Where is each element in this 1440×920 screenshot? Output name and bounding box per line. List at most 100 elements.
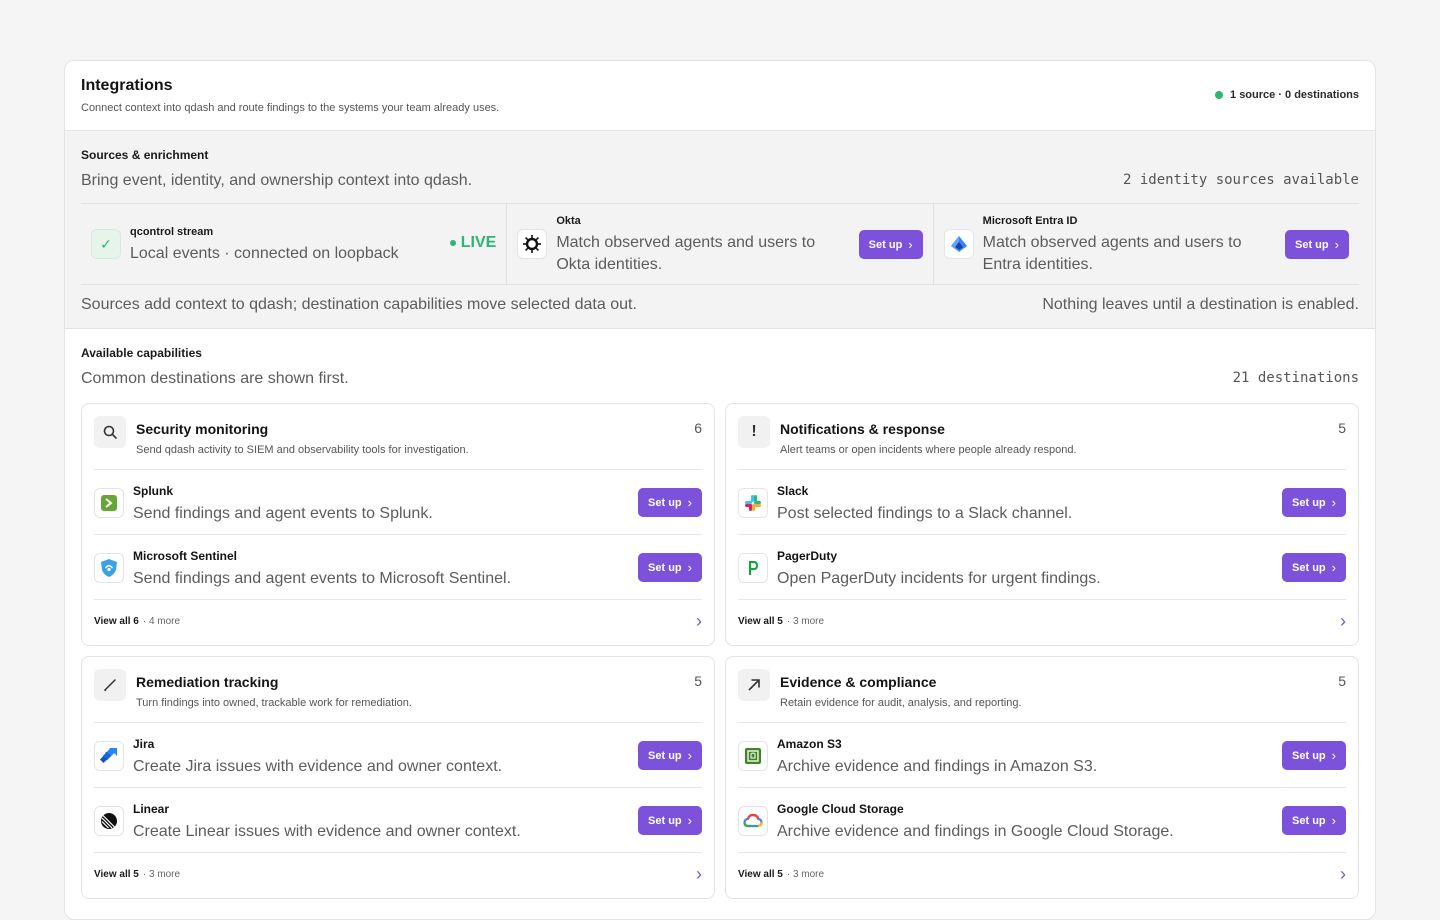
view-all-link[interactable]: View all 5 · 3 more ›	[738, 851, 1346, 898]
destination-desc: Create Jira issues with evidence and own…	[133, 758, 503, 775]
sentinel-icon	[94, 553, 124, 583]
integrations-panel: Integrations Connect context into qdash …	[64, 60, 1376, 920]
source-desc: Match observed agents and users to Okta …	[556, 234, 816, 273]
connection-status: 1 source · 0 destinations	[1215, 89, 1359, 101]
okta-setup-button[interactable]: Set up ›	[858, 230, 923, 259]
pagerduty-icon	[738, 553, 768, 583]
category-subtitle: Retain evidence for audit, analysis, and…	[780, 697, 1022, 709]
destination-desc: Send findings and agent events to Micros…	[133, 570, 512, 587]
destination-name: PagerDuty	[777, 549, 838, 563]
destination-desc: Send findings and agent events to Splunk…	[133, 505, 433, 522]
source-okta: Okta Match observed agents and users to …	[507, 204, 934, 284]
destination-name: Slack	[777, 484, 809, 498]
destination-name: Google Cloud Storage	[777, 802, 904, 816]
category-card-evidence: Evidence & compliance Retain evidence fo…	[725, 656, 1359, 899]
chevron-right-icon: ›	[687, 495, 692, 510]
source-desc: Local events · connected on loopback	[130, 245, 399, 262]
chevron-right-icon: ›	[1331, 560, 1336, 575]
destination-name: Amazon S3	[777, 737, 842, 751]
capabilities-title: Available capabilities	[81, 346, 202, 360]
linear-setup-button[interactable]: Set up ›	[638, 806, 702, 835]
live-badge: LIVE	[449, 234, 496, 252]
destination-slack: Slack Post selected findings to a Slack …	[738, 470, 1346, 535]
destination-name: Splunk	[133, 484, 174, 498]
google-cloud-icon	[738, 806, 768, 836]
pencil-icon	[94, 669, 126, 701]
chevron-right-icon: ›	[1334, 237, 1339, 252]
category-title: Remediation tracking	[136, 674, 279, 690]
chevron-right-icon: ›	[687, 560, 692, 575]
chevron-right-icon: ›	[1340, 611, 1346, 631]
category-header: ! Notifications & response Alert teams o…	[738, 404, 1346, 470]
view-all-link[interactable]: View all 6 · 4 more ›	[94, 598, 702, 645]
splunk-setup-button[interactable]: Set up ›	[638, 488, 702, 517]
arrow-up-right-icon	[738, 669, 770, 701]
chevron-right-icon: ›	[1340, 864, 1346, 884]
destination-jira: Jira Create Jira issues with evidence an…	[94, 723, 702, 788]
linear-icon	[94, 806, 124, 836]
view-all-link[interactable]: View all 5 · 3 more ›	[94, 851, 702, 898]
destination-linear: Linear Create Linear issues with evidenc…	[94, 788, 702, 853]
live-dot-icon	[449, 240, 456, 246]
gcs-setup-button[interactable]: Set up ›	[1282, 806, 1346, 835]
destination-desc: Archive evidence and findings in Amazon …	[777, 758, 1098, 775]
sources-subtitle: Bring event, identity, and ownership con…	[81, 172, 473, 189]
search-icon	[94, 416, 126, 448]
sources-footer-note-right: Nothing leaves until a destination is en…	[1042, 296, 1359, 313]
category-title: Security monitoring	[136, 421, 269, 437]
category-subtitle: Turn findings into owned, trackable work…	[136, 697, 412, 709]
capabilities-subtitle: Common destinations are shown first.	[81, 370, 349, 387]
destination-s3: Amazon S3 Archive evidence and findings …	[738, 723, 1346, 788]
chevron-right-icon: ›	[696, 611, 702, 631]
category-count: 5	[694, 673, 702, 689]
exclamation-icon: !	[738, 416, 770, 448]
destination-gcs: Google Cloud Storage Archive evidence an…	[738, 788, 1346, 853]
splunk-icon	[94, 488, 124, 518]
chevron-right-icon: ›	[696, 864, 702, 884]
sources-footer-note: Sources add context to qdash; destinatio…	[81, 296, 637, 313]
capabilities-section: Available capabilities Common destinatio…	[65, 329, 1375, 919]
source-qcontrol: ✓ qcontrol stream Local events · connect…	[81, 204, 508, 284]
source-name: Okta	[556, 215, 581, 227]
destination-desc: Archive evidence and findings in Google …	[777, 823, 1174, 840]
sources-count: 2 identity sources available	[1122, 172, 1359, 188]
destination-desc: Create Linear issues with evidence and o…	[133, 823, 521, 840]
sources-title: Sources & enrichment	[81, 148, 209, 162]
category-header: Evidence & compliance Retain evidence fo…	[738, 657, 1346, 723]
okta-icon	[517, 229, 548, 259]
destination-desc: Open PagerDuty incidents for urgent find…	[777, 570, 1101, 587]
category-title: Notifications & response	[780, 421, 945, 437]
entra-setup-button[interactable]: Set up ›	[1284, 230, 1349, 259]
category-card-remediation: Remediation tracking Turn findings into …	[81, 656, 715, 899]
jira-setup-button[interactable]: Set up ›	[638, 741, 702, 770]
destination-pagerduty: PagerDuty Open PagerDuty incidents for u…	[738, 535, 1346, 600]
page-title: Integrations	[81, 77, 173, 94]
category-card-security-monitoring: Security monitoring Send qdash activity …	[81, 403, 715, 646]
chevron-right-icon: ›	[1331, 813, 1336, 828]
category-header: Security monitoring Send qdash activity …	[94, 404, 702, 470]
sources-section: Sources & enrichment Bring event, identi…	[65, 131, 1375, 329]
capabilities-count: 21 destinations	[1232, 370, 1359, 386]
view-all-link[interactable]: View all 5 · 3 more ›	[738, 598, 1346, 645]
slack-setup-button[interactable]: Set up ›	[1282, 488, 1346, 517]
chevron-right-icon: ›	[687, 813, 692, 828]
check-icon: ✓	[91, 229, 121, 259]
chevron-right-icon: ›	[1331, 495, 1336, 510]
category-card-notifications: ! Notifications & response Alert teams o…	[725, 403, 1359, 646]
pagerduty-setup-button[interactable]: Set up ›	[1282, 553, 1346, 582]
destination-name: Linear	[133, 802, 170, 816]
source-name: qcontrol stream	[130, 226, 214, 238]
s3-setup-button[interactable]: Set up ›	[1282, 741, 1346, 770]
chevron-right-icon: ›	[687, 748, 692, 763]
page-header: Integrations Connect context into qdash …	[65, 61, 1375, 131]
jira-icon	[94, 741, 124, 771]
category-subtitle: Alert teams or open incidents where peop…	[780, 444, 1077, 456]
sentinel-setup-button[interactable]: Set up ›	[638, 553, 702, 582]
category-count: 6	[694, 420, 702, 436]
destination-splunk: Splunk Send findings and agent events to…	[94, 470, 702, 535]
status-dot-icon	[1215, 91, 1224, 99]
destination-desc: Post selected findings to a Slack channe…	[777, 505, 1073, 522]
slack-icon	[738, 488, 768, 518]
source-name: Microsoft Entra ID	[982, 215, 1078, 227]
source-list: ✓ qcontrol stream Local events · connect…	[81, 203, 1359, 285]
